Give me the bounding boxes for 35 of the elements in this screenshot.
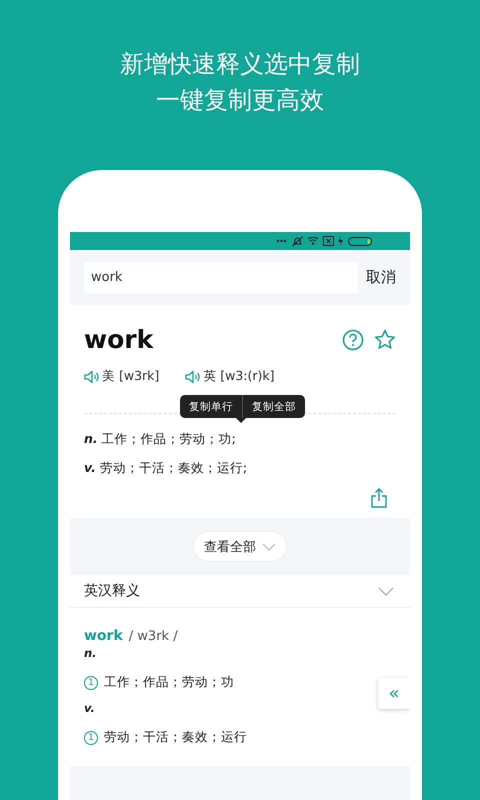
battery-icon [348,236,372,246]
sense-number: 1 [84,676,98,690]
pronunciation-text: 英 [w3:(r)k] [203,368,275,385]
headline-text: 新增快速释义选中复制 [120,50,360,78]
section-header[interactable]: 英汉释义 [70,575,410,608]
definition-text: v. 劳动；干活；奏效；运行; [84,459,248,477]
pronunciation-text: 美 [w3rk] [102,368,160,385]
speaker-icon[interactable] [84,370,100,384]
definition-text: n. 工作；作品；劳动；功; [84,430,237,448]
copy-menu-item[interactable]: 复制全部 [243,400,305,414]
bell-off-icon [292,236,303,246]
headword: work [84,325,154,354]
part-of-speech: n. [84,646,98,660]
charging-icon [338,236,344,246]
part-of-speech: v. [84,701,96,715]
sense-text: 工作；作品；劳动；功 [104,674,234,691]
section-title: 英汉释义 [84,582,140,600]
cancel-button[interactable]: 取消 [366,268,396,287]
view-all-button[interactable]: 查看全部 [193,531,287,562]
more-icon [276,239,288,243]
search-field[interactable]: work [84,262,358,293]
phonetic-text: / w3rk / [128,629,178,644]
wifi-icon [307,237,319,245]
sense-number: 1 [84,730,98,744]
sense-text: 劳动；干活；奏效；运行 [104,729,247,746]
share-icon[interactable] [370,488,388,508]
chevron-down-icon [262,542,276,550]
speaker-icon[interactable] [185,370,202,384]
sim-card-icon [323,236,334,246]
copy-menu-item[interactable]: 复制单行 [180,400,242,414]
star-icon[interactable] [374,328,396,350]
entry-word: work [84,628,123,644]
help-icon[interactable] [342,328,364,350]
headline-text: 一键复制更高效 [156,86,324,114]
chevron-down-icon [378,586,394,596]
